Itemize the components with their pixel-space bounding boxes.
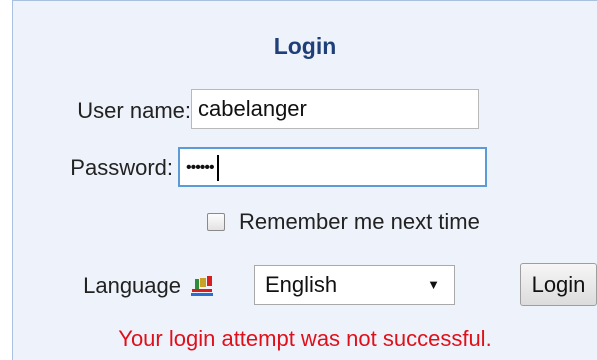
login-button[interactable]: Login [520,263,597,306]
language-selected-value: English [265,272,338,297]
remember-me-row: Remember me next time [207,209,480,235]
username-input[interactable]: cabelanger [191,89,479,129]
error-message: Your login attempt was not successful. [118,326,492,351]
username-value: cabelanger [198,96,307,121]
password-mask: •••••• [186,159,215,177]
password-label: Password: [70,155,173,180]
language-flag-icon [191,276,213,296]
remember-me-checkbox[interactable] [207,213,225,231]
username-label: User name: [77,98,191,123]
dropdown-arrow-icon: ▼ [427,277,440,292]
language-label: Language [83,273,181,298]
login-panel: Login User name: cabelanger Password: ••… [12,0,597,360]
remember-me-label[interactable]: Remember me next time [239,209,480,235]
login-title: Login [273,33,337,59]
language-select[interactable]: English ▼ [254,265,455,305]
text-caret [216,155,219,182]
password-input[interactable]: •••••• [178,147,487,187]
